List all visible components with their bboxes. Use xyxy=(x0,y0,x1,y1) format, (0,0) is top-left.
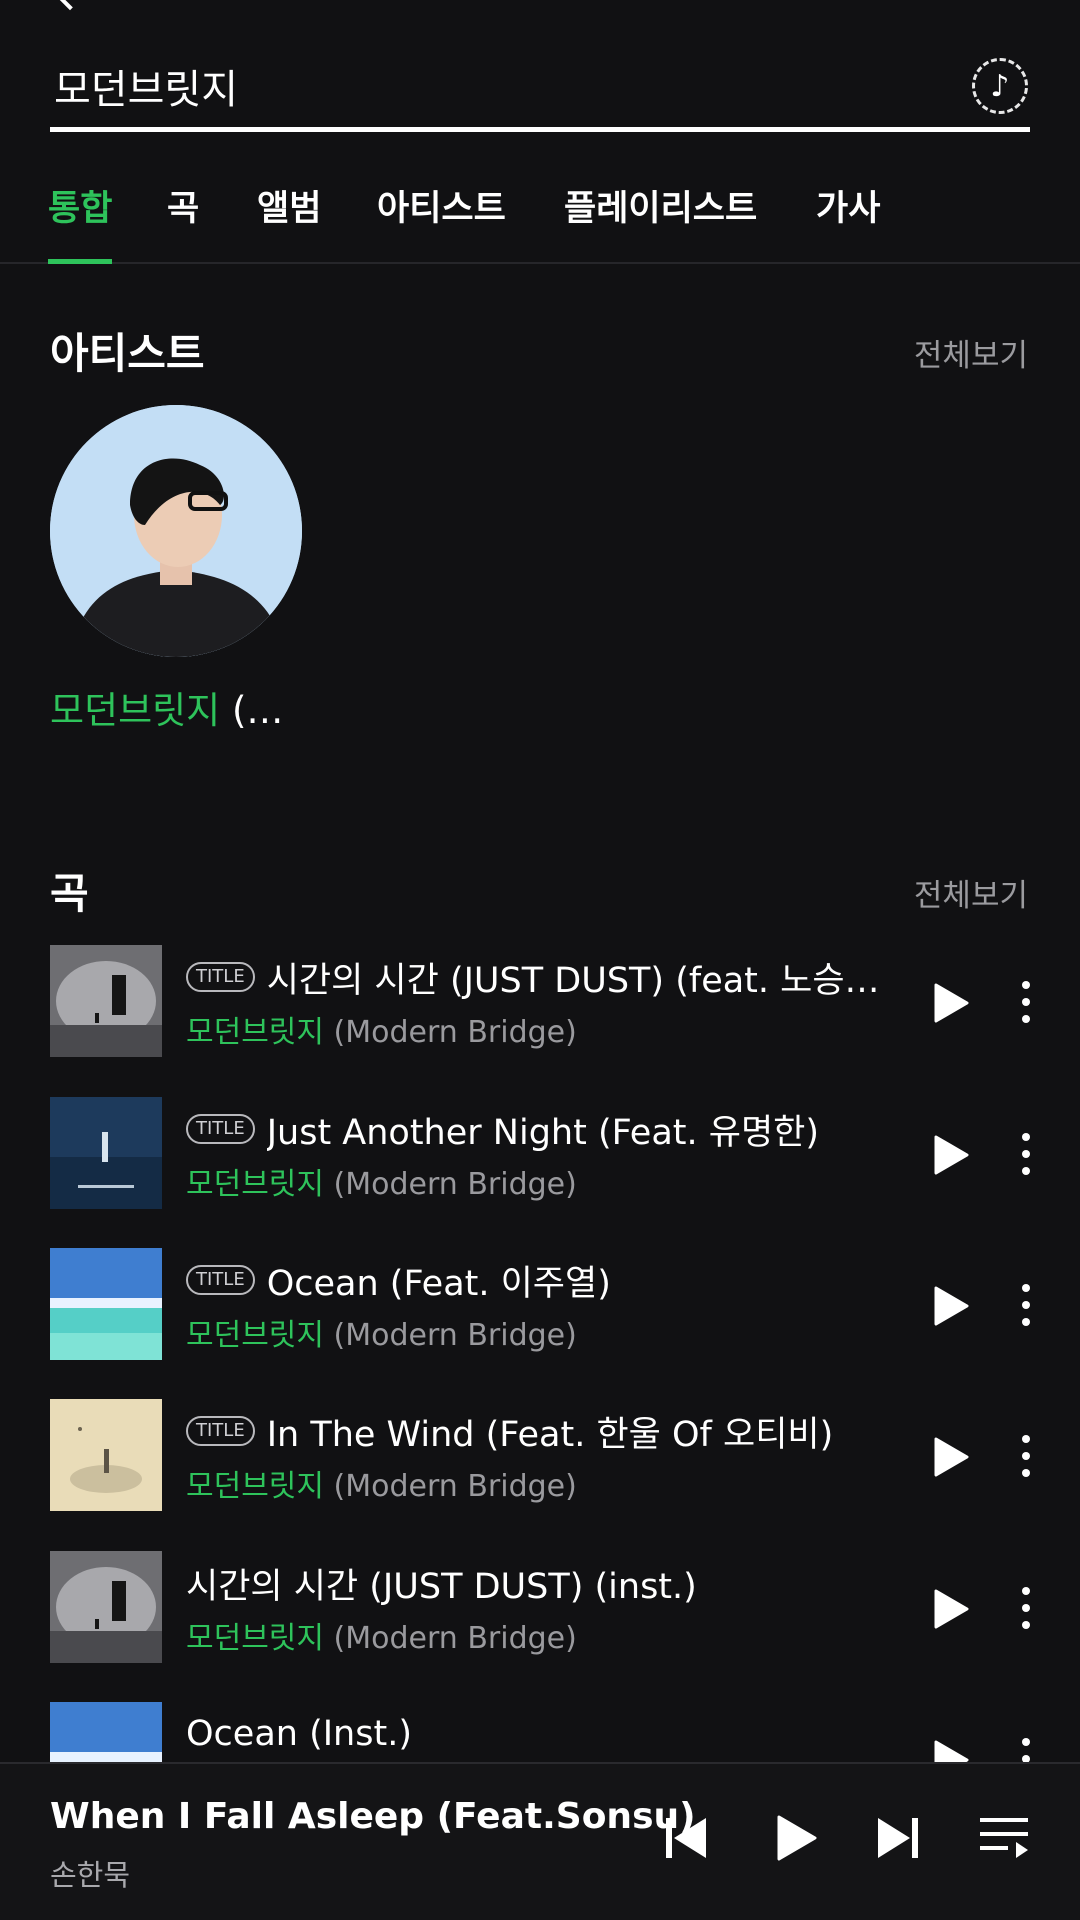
song-artist-rest: (Modern Bridge) xyxy=(324,1621,577,1656)
tab-all[interactable]: 통합 xyxy=(48,180,113,264)
song-title: TITLE Ocean (Feat. 이주열) xyxy=(186,1256,886,1304)
artist-avatar[interactable] xyxy=(50,405,302,657)
song-artist: 모던브릿지 (Modern Bridge) xyxy=(186,1159,577,1203)
tab-lyrics[interactable]: 가사 xyxy=(816,180,880,264)
song-artist-rest: (Modern Bridge) xyxy=(324,1318,577,1353)
back-icon[interactable] xyxy=(48,0,92,11)
song-artist: 모던브릿지 (Modern Bridge) xyxy=(186,1007,577,1051)
artist-see-all-link[interactable]: 전체보기 xyxy=(914,330,1028,375)
play-icon[interactable] xyxy=(933,1589,969,1629)
next-track-icon[interactable] xyxy=(876,1814,920,1862)
play-icon[interactable] xyxy=(933,983,969,1023)
more-options-icon[interactable] xyxy=(1016,1131,1036,1177)
mini-player[interactable]: When I Fall Asleep (Feat.Sonsu) 손한묵 xyxy=(0,1762,1080,1920)
play-icon[interactable] xyxy=(933,1135,969,1175)
title-badge: TITLE xyxy=(186,962,255,992)
tab-artists[interactable]: 아티스트 xyxy=(377,180,506,264)
song-artist: 모던브릿지 (Modern Bridge) xyxy=(186,1613,577,1657)
song-title: TITLE 시간의 시간 (JUST DUST) (feat. 노승… xyxy=(186,953,886,1001)
artist-section-title: 아티스트 xyxy=(50,329,205,378)
now-playing-title: When I Fall Asleep (Feat.Sonsu) xyxy=(50,1796,696,1837)
song-row[interactable]: TITLE Ocean (Feat. 이주열) 모던브릿지 (Modern Br… xyxy=(0,1248,1080,1398)
album-art xyxy=(50,1248,162,1360)
album-art xyxy=(50,1551,162,1663)
song-artist: 모던브릿지 (Modern Bridge) xyxy=(186,1461,577,1505)
song-title-text: Ocean (Feat. 이주열) xyxy=(266,1263,611,1304)
more-options-icon[interactable] xyxy=(1016,1585,1036,1631)
play-icon[interactable] xyxy=(933,1437,969,1477)
song-title: TITLE Just Another Night (Feat. 유명한) xyxy=(186,1105,886,1153)
song-title-text: 시간의 시간 (JUST DUST) (inst.) xyxy=(186,1566,697,1607)
tab-songs[interactable]: 곡 xyxy=(167,180,199,264)
title-badge: TITLE xyxy=(186,1265,255,1295)
artist-name[interactable]: 모던브릿지 (… xyxy=(50,680,283,734)
song-title: Ocean (Inst.) xyxy=(186,1710,886,1758)
song-artist-highlight: 모던브릿지 xyxy=(186,1469,324,1504)
song-section-title: 곡 xyxy=(50,869,89,918)
song-see-all-link[interactable]: 전체보기 xyxy=(914,870,1028,915)
more-options-icon[interactable] xyxy=(1016,1282,1036,1328)
song-artist-rest: (Modern Bridge) xyxy=(324,1015,577,1050)
search-input[interactable] xyxy=(54,58,934,114)
song-title-text: 시간의 시간 (JUST DUST) (feat. 노승… xyxy=(266,960,880,1001)
song-row[interactable]: 시간의 시간 (JUST DUST) (inst.) 모던브릿지 (Modern… xyxy=(0,1551,1080,1701)
more-options-icon[interactable] xyxy=(1016,979,1036,1025)
song-artist-highlight: 모던브릿지 xyxy=(186,1621,324,1656)
album-art xyxy=(50,1702,162,1762)
album-art xyxy=(50,1097,162,1209)
song-artist-highlight: 모던브릿지 xyxy=(186,1015,324,1050)
album-art xyxy=(50,1399,162,1511)
song-row[interactable]: Ocean (Inst.) xyxy=(0,1702,1080,1762)
song-artist-highlight: 모던브릿지 xyxy=(186,1167,324,1202)
more-options-icon[interactable] xyxy=(1016,1433,1036,1479)
now-playing-artist: 손한묵 xyxy=(50,1858,131,1892)
song-artist-highlight: 모던브릿지 xyxy=(186,1318,324,1353)
song-title-text: In The Wind (Feat. 한울 Of 오티비) xyxy=(266,1414,834,1455)
artist-name-rest: (… xyxy=(220,689,284,732)
song-artist-rest: (Modern Bridge) xyxy=(324,1167,577,1202)
album-art xyxy=(50,945,162,1057)
play-icon[interactable] xyxy=(933,1286,969,1326)
song-title-text: Just Another Night (Feat. 유명한) xyxy=(266,1112,820,1153)
search-bar: ♪ xyxy=(50,50,1030,132)
song-title-text: Ocean (Inst.) xyxy=(186,1714,412,1754)
artist-name-highlight: 모던브릿지 xyxy=(50,689,221,732)
tab-playlists[interactable]: 플레이리스트 xyxy=(564,180,757,264)
song-artist-rest: (Modern Bridge) xyxy=(324,1469,577,1504)
tab-albums[interactable]: 앨범 xyxy=(257,180,321,264)
song-title: 시간의 시간 (JUST DUST) (inst.) xyxy=(186,1559,886,1607)
song-row[interactable]: TITLE Just Another Night (Feat. 유명한) 모던브… xyxy=(0,1097,1080,1247)
song-artist: 모던브릿지 (Modern Bridge) xyxy=(186,1310,577,1354)
playlist-queue-icon[interactable] xyxy=(978,1814,1030,1862)
music-note-icon[interactable]: ♪ xyxy=(972,58,1028,114)
title-badge: TITLE xyxy=(186,1114,255,1144)
play-icon[interactable] xyxy=(933,1740,969,1762)
previous-track-icon[interactable] xyxy=(664,1814,708,1862)
more-options-icon[interactable] xyxy=(1016,1736,1036,1762)
song-row[interactable]: TITLE 시간의 시간 (JUST DUST) (feat. 노승… 모던브릿… xyxy=(0,945,1080,1095)
search-tabs: 통합 곡 앨범 아티스트 플레이리스트 가사 xyxy=(0,170,1080,264)
title-badge: TITLE xyxy=(186,1416,255,1446)
song-row[interactable]: TITLE In The Wind (Feat. 한울 Of 오티비) 모던브릿… xyxy=(0,1399,1080,1549)
song-title: TITLE In The Wind (Feat. 한울 Of 오티비) xyxy=(186,1407,886,1455)
play-icon[interactable] xyxy=(776,1814,818,1862)
